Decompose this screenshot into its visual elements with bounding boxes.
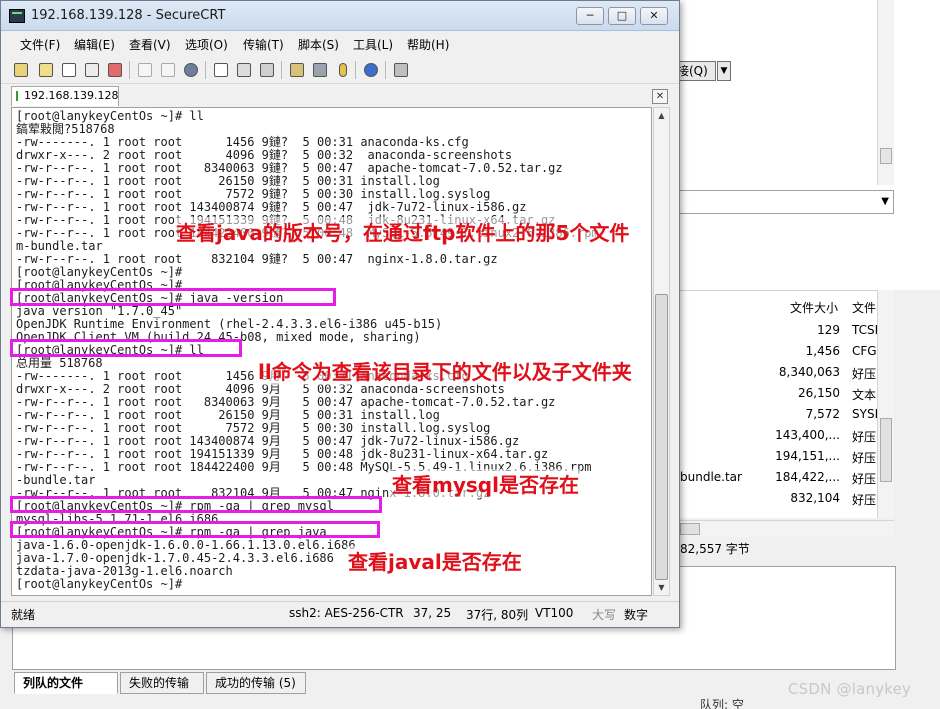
- session-tab[interactable]: 192.168.139.128: [11, 86, 119, 106]
- tab-successful-transfers[interactable]: 成功的传输 (5): [206, 672, 306, 694]
- terminal-scrollbar[interactable]: ▲ ▼: [653, 107, 670, 596]
- highlight-java-version: [10, 288, 336, 306]
- annotation-mysql: 查看mysql是否存在: [390, 469, 581, 498]
- paste-icon[interactable]: [158, 60, 178, 80]
- print-screen-icon[interactable]: [257, 60, 277, 80]
- menu-options[interactable]: 选项(O): [185, 36, 228, 53]
- annotation-java: 查看javal是否存在: [346, 546, 524, 575]
- ftp-file-list: 文件大小 文件 129 TCSI 1,456 CFG 8,340,063 好压 26,…: [676, 290, 894, 518]
- connect-icon[interactable]: [11, 60, 31, 80]
- highlight-grep-java: [10, 521, 380, 538]
- close-button[interactable]: ✕: [640, 7, 668, 25]
- status-bar: 就绪 ssh2: AES-256-CTR 37, 25 37行, 80列 VT1…: [1, 601, 679, 625]
- col-size-header[interactable]: 文件大小: [790, 299, 838, 316]
- annotation-ll: ll命令为查看该目录下的文件以及子文件夹: [256, 356, 634, 385]
- ftp-list-header: 文件大小 文件: [676, 295, 894, 317]
- menu-edit[interactable]: 编辑(E): [74, 36, 115, 53]
- menu-file[interactable]: 文件(F): [20, 36, 60, 53]
- table-row[interactable]: 832,104 好压: [676, 489, 894, 509]
- copy-icon[interactable]: [135, 60, 155, 80]
- status-terminal: VT100: [535, 606, 574, 620]
- scroll-down-icon[interactable]: ▼: [654, 580, 669, 595]
- sftp-icon[interactable]: [391, 60, 411, 80]
- toolbar-divider: [355, 61, 356, 79]
- screen: { "window": { "title": "192.168.139.128 …: [0, 0, 940, 709]
- menu-tools[interactable]: 工具(L): [353, 36, 393, 53]
- print-setup-icon[interactable]: [211, 60, 231, 80]
- find-icon[interactable]: [181, 60, 201, 80]
- terminal-line: [root@lanykeyCentOs ~]#: [16, 577, 183, 591]
- ftp-path-dropdown[interactable]: ▼: [676, 190, 894, 214]
- status-ready: 就绪: [11, 608, 36, 622]
- session-tab-label: 192.168.139.128: [24, 89, 119, 102]
- table-row[interactable]: bundle.tar 184,422,... 好压: [676, 468, 894, 488]
- close-tab-button[interactable]: ✕: [652, 89, 668, 104]
- table-row[interactable]: 7,572 SYSL: [676, 405, 894, 425]
- session-tab-bar: 192.168.139.128: [1, 85, 679, 107]
- global-options-icon[interactable]: [310, 60, 330, 80]
- tab-queued-files[interactable]: 列队的文件: [14, 672, 118, 694]
- ftp-list-scrollbar[interactable]: [877, 290, 894, 518]
- ftp-queue-status: 队列: 空: [700, 698, 744, 709]
- toolbar-divider: [129, 61, 130, 79]
- securecrt-app-icon: [9, 9, 25, 23]
- menu-bar: 文件(F) 编辑(E) 查看(V) 选项(O) 传输(T) 脚本(S) 工具(L…: [1, 32, 679, 54]
- scroll-thumb[interactable]: [680, 523, 700, 535]
- highlight-grep-mysql: [10, 496, 382, 513]
- tab-failed-transfers[interactable]: 失败的传输: [120, 672, 204, 694]
- disconnect-icon[interactable]: [105, 60, 125, 80]
- connected-indicator-icon: [16, 91, 18, 101]
- quick-connect-icon[interactable]: [36, 60, 56, 80]
- scroll-up-icon[interactable]: ▲: [654, 108, 669, 123]
- scroll-thumb[interactable]: [655, 294, 668, 580]
- chevron-down-icon[interactable]: ▼: [717, 61, 731, 81]
- menu-transfer[interactable]: 传输(T): [243, 36, 284, 53]
- status-size: 37行, 80列: [466, 608, 529, 622]
- help-icon[interactable]: [361, 60, 381, 80]
- table-row[interactable]: 26,150 文本: [676, 384, 894, 404]
- ftp-tree-scrollbar[interactable]: [877, 0, 894, 185]
- status-cursor: 37, 25: [413, 606, 452, 620]
- scroll-thumb[interactable]: [880, 418, 892, 482]
- toolbar: [1, 56, 679, 84]
- window-title: 192.168.139.128 - SecureCRT: [31, 8, 226, 23]
- connect-tab-icon[interactable]: [59, 60, 79, 80]
- scroll-thumb[interactable]: [880, 148, 892, 164]
- ftp-list-hscrollbar[interactable]: [676, 520, 894, 537]
- status-caps: 大写: [592, 608, 617, 622]
- print-icon[interactable]: [234, 60, 254, 80]
- col-type-header[interactable]: 文件: [852, 299, 876, 316]
- key-icon[interactable]: [333, 60, 353, 80]
- menu-view[interactable]: 查看(V): [129, 36, 171, 53]
- ftp-status-bytes: 82,557 字节: [680, 542, 750, 556]
- table-row[interactable]: 8,340,063 好压: [676, 363, 894, 383]
- watermark: CSDN @lanykey: [788, 680, 912, 698]
- annotation-java-version: 查看java的版本号，在通过ftp软件上的那5个文件: [174, 217, 632, 246]
- menu-script[interactable]: 脚本(S): [298, 36, 339, 53]
- menu-help[interactable]: 帮助(H): [407, 36, 449, 53]
- table-row[interactable]: 194,151,... 好压: [676, 447, 894, 467]
- reconnect-icon[interactable]: [82, 60, 102, 80]
- highlight-ll: [10, 339, 242, 357]
- toolbar-divider: [385, 61, 386, 79]
- toolbar-divider: [281, 61, 282, 79]
- table-row[interactable]: 1,456 CFG: [676, 342, 894, 362]
- ftp-remote-tree: [676, 0, 940, 290]
- title-bar[interactable]: 192.168.139.128 - SecureCRT ─ □ ✕: [1, 1, 679, 31]
- maximize-button[interactable]: □: [608, 7, 636, 25]
- toolbar-divider: [205, 61, 206, 79]
- table-row[interactable]: 143,400,... 好压: [676, 426, 894, 446]
- status-cipher: ssh2: AES-256-CTR: [289, 606, 404, 620]
- status-num: 数字: [624, 608, 649, 622]
- session-options-icon[interactable]: [287, 60, 307, 80]
- table-row[interactable]: 129 TCSI: [676, 321, 894, 341]
- minimize-button[interactable]: ─: [576, 7, 604, 25]
